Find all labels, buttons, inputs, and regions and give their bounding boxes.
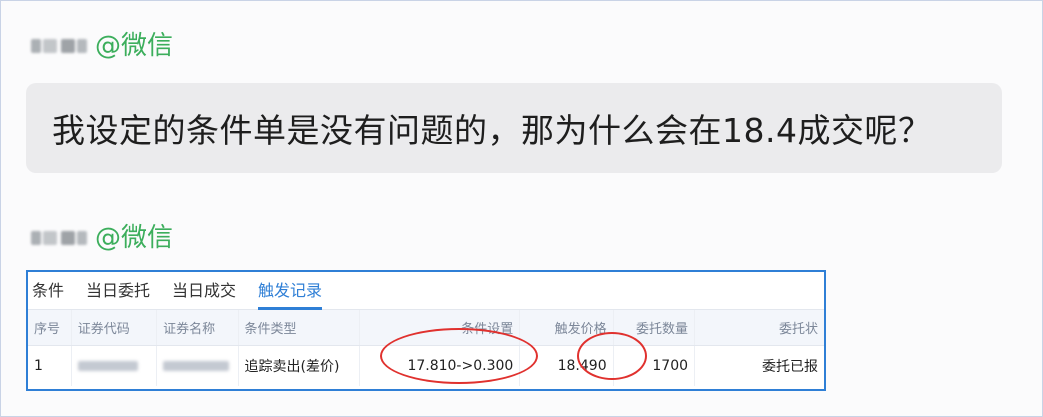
sender-source-tag: @微信 (95, 223, 174, 253)
order-quantity: 1700 (614, 346, 696, 386)
trigger-price: 18.490 (520, 346, 614, 386)
column-header-code[interactable]: 证券代码 (72, 310, 158, 345)
message-bubble: 我设定的条件单是没有问题的，那为什么会在18.4成交呢？ (26, 83, 1002, 173)
column-header-condition-type[interactable]: 条件类型 (239, 310, 360, 345)
screenshot-frame: @微信 我设定的条件单是没有问题的，那为什么会在18.4成交呢？ @微信 条件 … (0, 0, 1043, 417)
security-name-redacted (157, 346, 239, 386)
column-header-quantity[interactable]: 委托数量 (614, 310, 696, 345)
blurred-name (31, 35, 89, 57)
tab-today-orders[interactable]: 当日委托 (86, 272, 162, 310)
order-status: 委托已报 (762, 359, 818, 375)
message-sender-2: @微信 (31, 223, 173, 253)
condition-type: 追踪卖出(差价) (239, 346, 360, 386)
column-header-name[interactable]: 证券名称 (157, 310, 239, 345)
tab-today-trades[interactable]: 当日成交 (172, 272, 248, 310)
message-text: 我设定的条件单是没有问题的，那为什么会在18.4成交呢？ (52, 111, 932, 150)
message-sender-1: @微信 (31, 31, 173, 61)
column-header-condition-setting[interactable]: 条件设置 (360, 310, 521, 345)
column-header-index[interactable]: 序号 (28, 310, 72, 345)
tab-trigger-records[interactable]: 触发记录 (258, 272, 334, 310)
trade-screenshot-panel: 条件 当日委托 当日成交 触发记录 序号 证券代码 证券名称 条件类型 条件设置… (26, 270, 826, 391)
condition-setting: 17.810->0.300 (360, 346, 521, 386)
table-header: 序号 证券代码 证券名称 条件类型 条件设置 触发价格 委托数量 委托状 (28, 310, 824, 346)
sender-source-tag: @微信 (95, 31, 174, 61)
column-header-trigger-price[interactable]: 触发价格 (520, 310, 614, 345)
column-header-status[interactable]: 委托状 (695, 310, 824, 345)
tab-conditions[interactable]: 条件 (32, 272, 76, 310)
row-index: 1 (28, 346, 72, 386)
tab-bar: 条件 当日委托 当日成交 触发记录 (28, 272, 824, 310)
blurred-name (31, 227, 89, 249)
security-code-redacted (72, 346, 158, 386)
table-row[interactable]: 1 追踪卖出(差价) 17.810->0.300 18.490 1700 委托已… (28, 346, 824, 386)
